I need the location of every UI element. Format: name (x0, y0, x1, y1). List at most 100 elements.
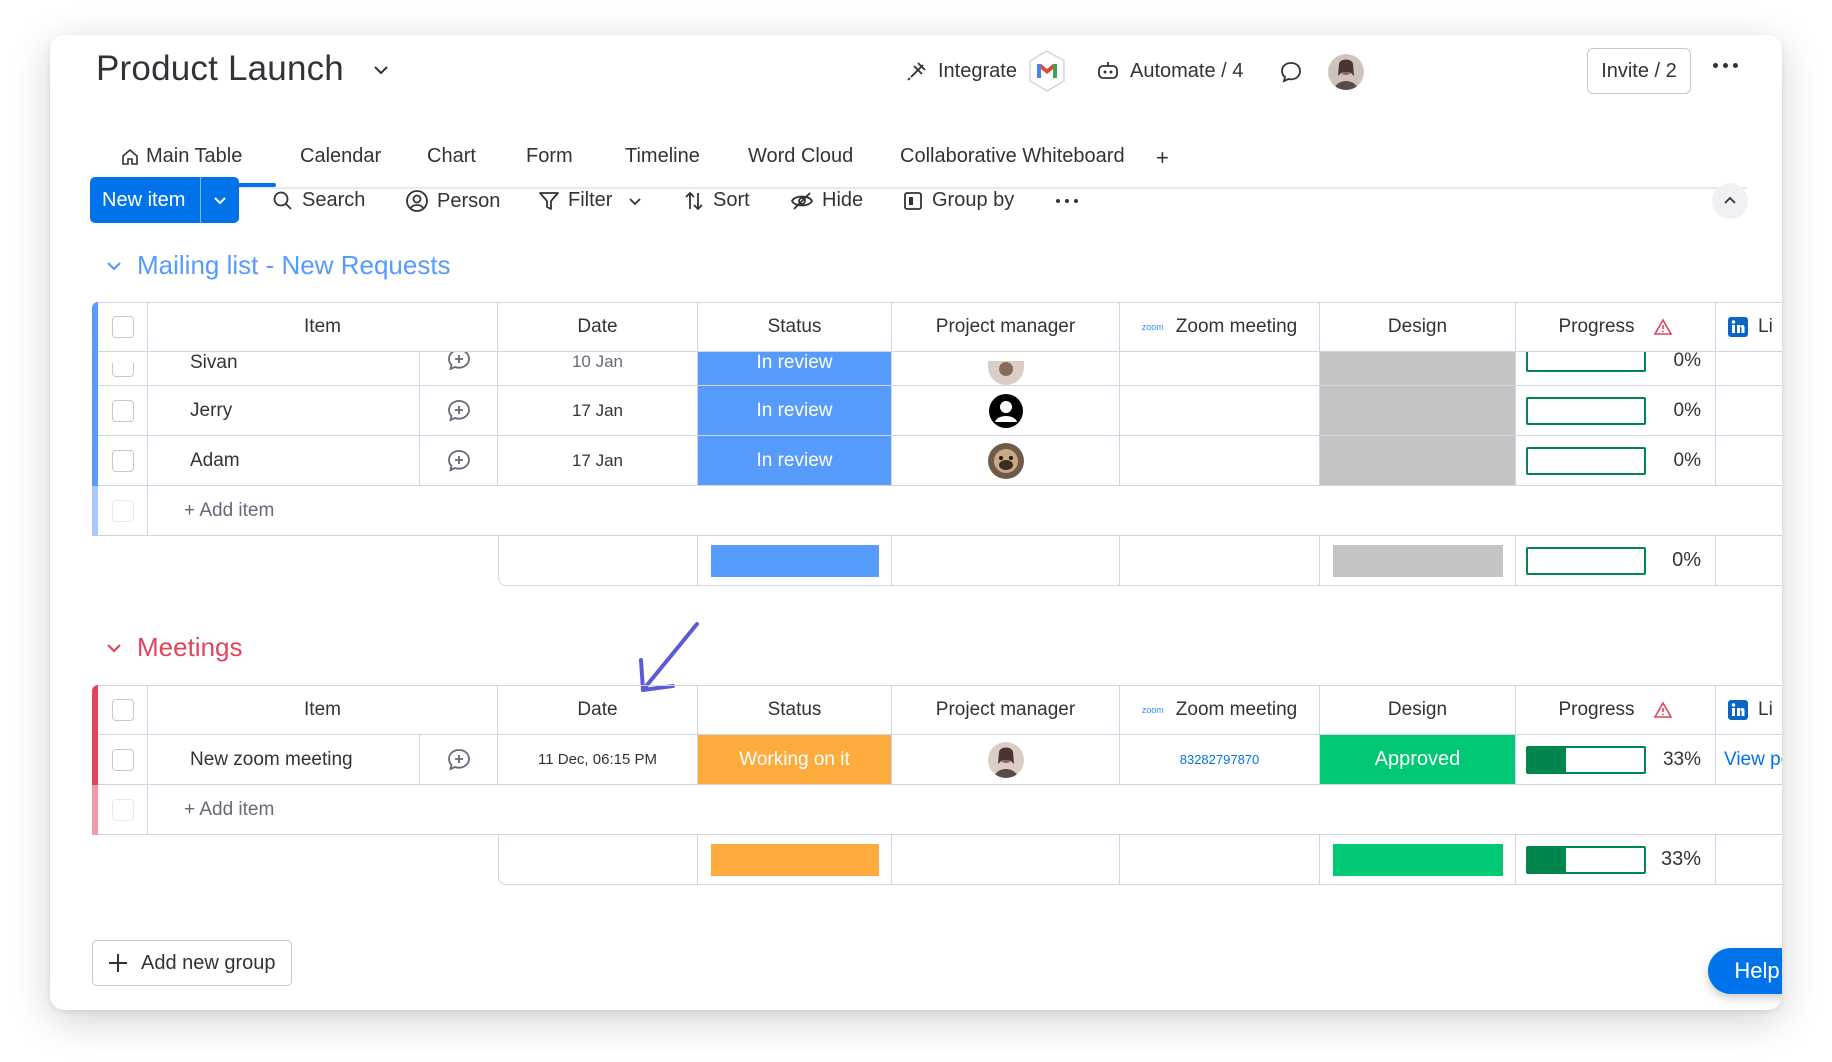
row-zoom-cell[interactable] (1120, 386, 1320, 436)
select-all-checkbox[interactable] (111, 316, 134, 338)
add-item-input[interactable]: + Add item (148, 486, 1782, 536)
new-item-dropdown[interactable] (201, 193, 239, 207)
add-item-checkbox-cell (98, 486, 148, 536)
column-header-status[interactable]: Status (698, 685, 892, 735)
add-view-button[interactable]: + (1156, 145, 1169, 171)
help-button[interactable]: Help (1708, 948, 1782, 994)
column-header-project-manager[interactable]: Project manager (892, 302, 1120, 352)
row-date-cell[interactable]: 17 Jan (498, 436, 698, 486)
group-title-label: Mailing list - New Requests (137, 250, 451, 280)
group-title-meetings[interactable]: Meetings (105, 632, 243, 663)
row-project-manager-cell[interactable] (892, 436, 1120, 486)
tab-collaborative-whiteboard[interactable]: Collaborative Whiteboard (900, 145, 1125, 168)
automate-button[interactable]: Automate / 4 (1096, 49, 1243, 93)
group-title-mailing-list[interactable]: Mailing list - New Requests (105, 250, 451, 281)
add-update-icon[interactable] (446, 748, 472, 772)
row-checkbox-cell (98, 436, 148, 486)
add-update-icon[interactable] (446, 352, 472, 370)
new-item-button[interactable]: New item (90, 177, 239, 223)
updates-chat-icon[interactable] (1279, 60, 1303, 84)
row-linkedin-cell[interactable] (1716, 352, 1782, 386)
search-button[interactable]: Search (272, 189, 365, 212)
column-header-date[interactable]: Date (498, 302, 698, 352)
add-update-icon[interactable] (446, 399, 472, 423)
header-checkbox-cell (98, 685, 148, 735)
column-header-zoom[interactable]: zoom Zoom meeting (1120, 685, 1320, 735)
header-checkbox-cell (98, 302, 148, 352)
row-checkbox[interactable] (111, 449, 134, 472)
toolbar-more-icon[interactable] (1056, 199, 1078, 203)
column-header-item[interactable]: Item (148, 685, 498, 735)
row-linkedin-cell[interactable] (1716, 386, 1782, 436)
integrate-button[interactable]: Integrate (906, 49, 1067, 93)
row-zoom-cell[interactable] (1120, 352, 1320, 386)
row-linkedin-link[interactable]: View po (1716, 735, 1782, 785)
add-new-group-label: Add new group (141, 951, 276, 974)
invite-button[interactable]: Invite / 2 (1587, 48, 1691, 94)
add-update-icon[interactable] (446, 449, 472, 473)
row-design-cell[interactable]: Approved (1320, 735, 1516, 785)
row-design-cell[interactable] (1320, 436, 1516, 486)
column-header-design[interactable]: Design (1320, 302, 1516, 352)
board-title[interactable]: Product Launch (96, 49, 344, 89)
row-status-cell[interactable]: In review (698, 386, 892, 436)
tab-timeline[interactable]: Timeline (625, 145, 700, 168)
row-design-cell[interactable] (1320, 386, 1516, 436)
progress-header-label: Progress (1558, 316, 1635, 337)
table-row-item[interactable]: Jerry (148, 386, 420, 436)
chevron-down-icon[interactable] (105, 257, 123, 275)
column-header-progress[interactable]: Progress (1516, 685, 1716, 735)
column-header-zoom[interactable]: zoom Zoom meeting (1120, 302, 1320, 352)
add-new-group-button[interactable]: Add new group (92, 940, 292, 986)
collapse-header-button[interactable] (1712, 183, 1748, 219)
tab-calendar[interactable]: Calendar (300, 145, 381, 168)
column-header-linkedin[interactable]: Li (1716, 685, 1782, 735)
column-header-item[interactable]: Item (148, 302, 498, 352)
select-all-checkbox[interactable] (111, 699, 134, 721)
zoom-header-label: Zoom meeting (1175, 699, 1298, 720)
chevron-down-icon[interactable] (628, 194, 642, 208)
row-project-manager-cell[interactable] (892, 735, 1120, 785)
add-item-input[interactable]: + Add item (148, 785, 1782, 835)
table-row-item[interactable]: New zoom meeting (148, 735, 420, 785)
column-header-linkedin[interactable]: Li (1716, 302, 1782, 352)
row-date-cell[interactable]: 17 Jan (498, 386, 698, 436)
row-status-cell[interactable]: In review (698, 436, 892, 486)
column-header-progress[interactable]: Progress (1516, 302, 1716, 352)
row-checkbox[interactable] (111, 748, 134, 771)
hide-button[interactable]: Hide (790, 189, 863, 212)
tab-form[interactable]: Form (526, 145, 573, 168)
row-date-cell[interactable]: 10 Jan (498, 352, 698, 386)
row-project-manager-cell[interactable] (892, 386, 1120, 436)
row-checkbox[interactable] (111, 399, 134, 422)
column-header-project-manager[interactable]: Project manager (892, 685, 1120, 735)
tab-word-cloud[interactable]: Word Cloud (748, 145, 853, 168)
row-project-manager-cell[interactable] (892, 352, 1120, 386)
row-zoom-cell[interactable] (1120, 436, 1320, 486)
filter-button[interactable]: Filter (538, 189, 642, 212)
user-avatar[interactable] (1328, 54, 1364, 90)
row-date-cell[interactable]: 11 Dec, 06:15 PM (498, 735, 698, 785)
row-zoom-link[interactable]: 83282797870 (1120, 735, 1320, 785)
chevron-down-icon[interactable] (372, 61, 390, 79)
row-checkbox[interactable] (111, 363, 134, 377)
table-row-item[interactable]: Sivan (148, 352, 420, 386)
sort-button[interactable]: Sort (683, 189, 750, 212)
row-status-cell[interactable]: Working on it (698, 735, 892, 785)
group-by-button[interactable]: Group by (902, 189, 1014, 212)
chevron-down-icon[interactable] (105, 639, 123, 657)
row-design-cell[interactable] (1320, 352, 1516, 386)
tab-main-table[interactable]: Main Table (120, 145, 242, 168)
column-header-date[interactable]: Date (498, 685, 698, 735)
status-summary-bar (710, 843, 879, 876)
more-options-icon[interactable] (1713, 63, 1738, 68)
table-row-item[interactable]: Adam (148, 436, 420, 486)
summary-progress-cell: 33% (1516, 835, 1716, 885)
tab-chart[interactable]: Chart (427, 145, 476, 168)
row-status-cell[interactable]: In review (698, 352, 892, 386)
column-header-design[interactable]: Design (1320, 685, 1516, 735)
column-header-status[interactable]: Status (698, 302, 892, 352)
row-updates-cell (420, 436, 498, 486)
row-linkedin-cell[interactable] (1716, 436, 1782, 486)
person-filter-button[interactable]: Person (405, 189, 500, 213)
